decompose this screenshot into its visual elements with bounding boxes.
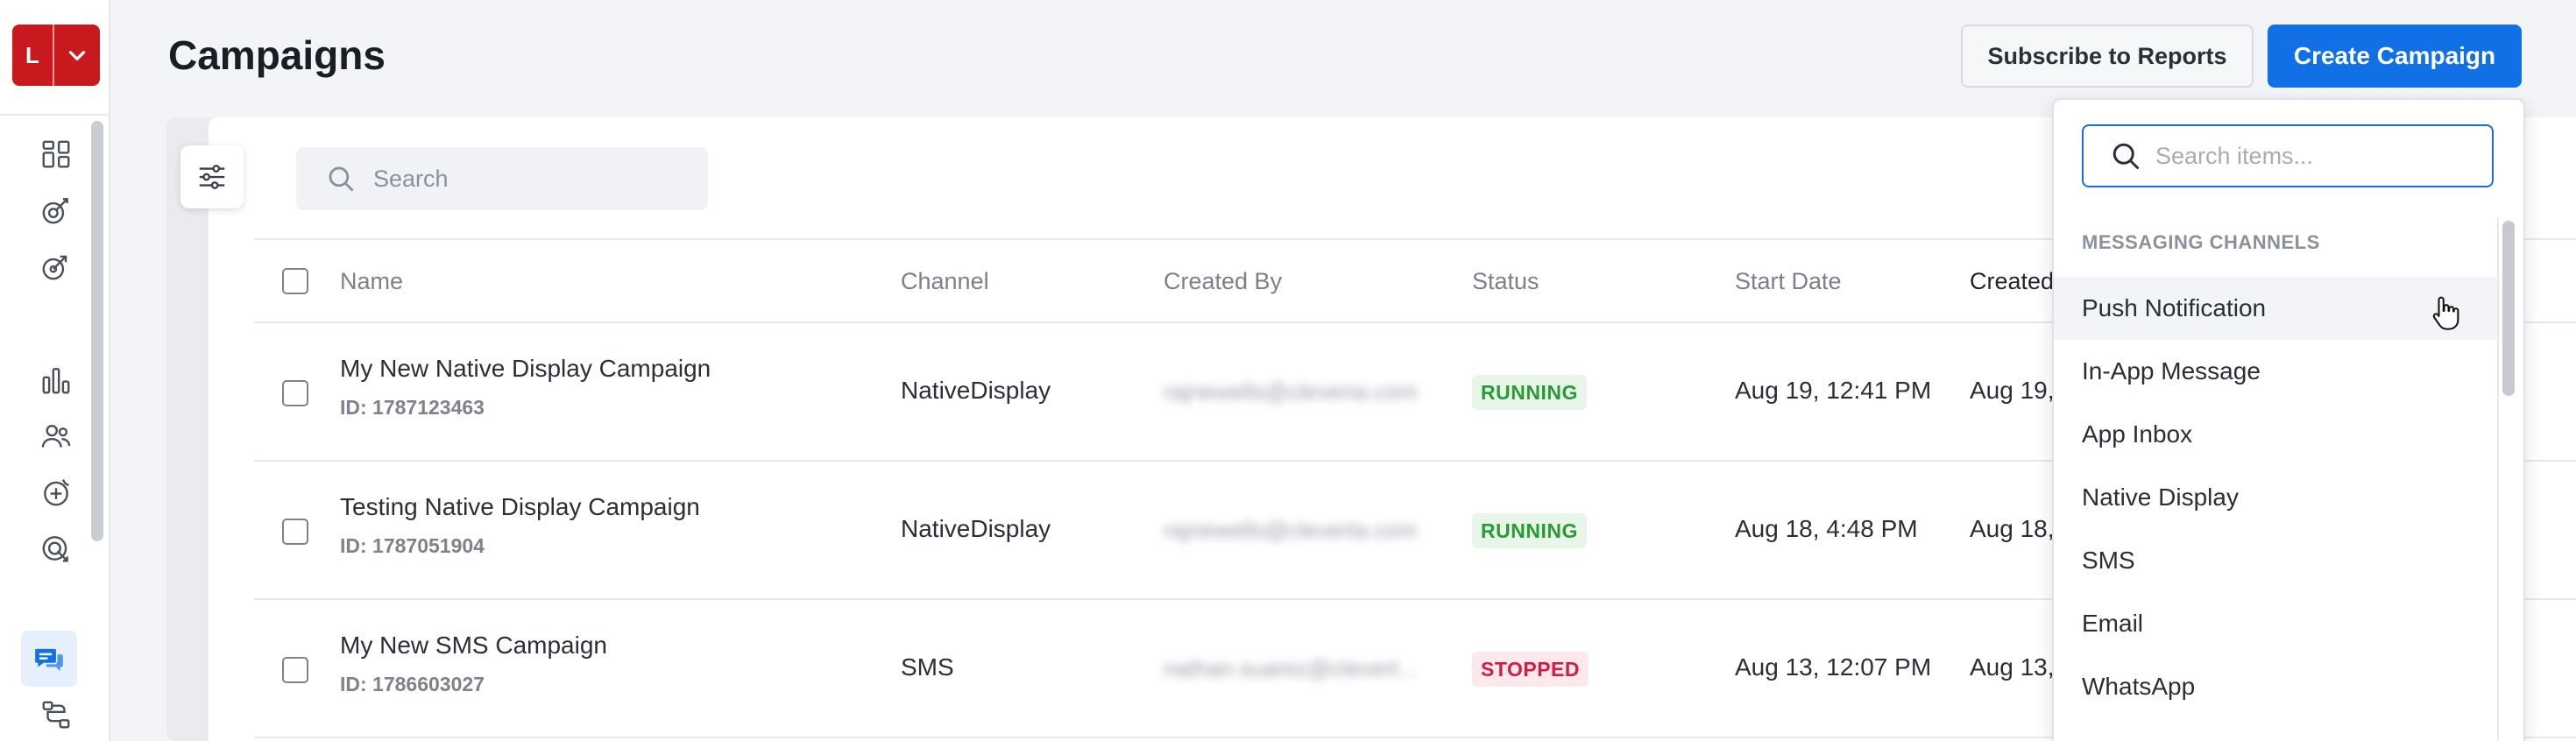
column-header-start-date[interactable]: Start Date xyxy=(1735,268,1842,295)
subscribe-reports-button[interactable]: Subscribe to Reports xyxy=(1961,25,2254,88)
filter-button[interactable] xyxy=(180,145,244,208)
campaign-created-by: nathan.suarez@clevert... xyxy=(1164,655,1418,681)
hand-pointer-icon xyxy=(2432,296,2459,330)
messages-icon[interactable] xyxy=(21,631,77,687)
campaign-created-by: rajnewells@cleverta.com xyxy=(1164,517,1418,543)
column-header-channel[interactable]: Channel xyxy=(901,268,989,295)
campaigns-icon[interactable] xyxy=(33,187,79,233)
row-checkbox[interactable] xyxy=(282,380,308,406)
row-checkbox[interactable] xyxy=(282,657,308,683)
campaign-name-link[interactable]: Testing Native Display Campaign xyxy=(340,493,700,521)
campaign-created-date: Aug 19, xyxy=(1970,377,2055,404)
search-icon xyxy=(2112,143,2139,169)
page-title: Campaigns xyxy=(168,32,386,78)
account-logo-letter: L xyxy=(12,25,54,86)
account-switcher[interactable]: L xyxy=(12,25,100,86)
flows-icon[interactable] xyxy=(33,692,79,737)
campaign-start-date: Aug 13, 12:07 PM xyxy=(1735,653,1932,681)
campaign-created-date: Aug 13, xyxy=(1970,653,2055,681)
menu-item-email[interactable]: Email xyxy=(2054,592,2497,655)
segments-icon[interactable] xyxy=(33,469,79,515)
dashboard-icon[interactable] xyxy=(33,131,79,177)
status-badge: RUNNING xyxy=(1472,375,1587,410)
column-header-status[interactable]: Status xyxy=(1472,268,1539,295)
menu-item-in-app-message[interactable]: In-App Message xyxy=(2054,340,2497,403)
journeys-icon[interactable] xyxy=(33,243,79,289)
select-all-checkbox[interactable] xyxy=(282,268,308,294)
column-header-created[interactable]: Created xyxy=(1970,268,2054,295)
campaign-search-input[interactable]: Search xyxy=(296,147,708,210)
targeting-icon[interactable] xyxy=(33,526,79,571)
campaign-created-by: rajnewells@cleverta.com xyxy=(1164,378,1418,405)
rail-divider xyxy=(0,114,109,116)
create-campaign-button[interactable]: Create Campaign xyxy=(2268,25,2522,88)
campaign-channel: NativeDisplay xyxy=(901,377,1051,404)
create-campaign-dropdown: MESSAGING CHANNELS Push Notification In-… xyxy=(2052,98,2525,741)
dropdown-scrollbar[interactable] xyxy=(2502,221,2515,396)
campaign-channel: SMS xyxy=(901,653,954,681)
sliders-icon xyxy=(199,165,225,189)
search-icon xyxy=(329,166,354,192)
status-badge: RUNNING xyxy=(1472,513,1587,548)
menu-item-sms[interactable]: SMS xyxy=(2054,529,2497,592)
column-header-created-by[interactable]: Created By xyxy=(1164,268,1282,295)
dropdown-search-input[interactable] xyxy=(2155,142,2471,170)
analytics-icon[interactable] xyxy=(33,357,79,403)
campaign-created-date: Aug 18, xyxy=(1970,515,2055,542)
column-header-name[interactable]: Name xyxy=(340,268,403,295)
row-checkbox[interactable] xyxy=(282,519,308,545)
chevron-down-icon xyxy=(54,25,100,86)
campaign-name-link[interactable]: My New SMS Campaign xyxy=(340,632,607,660)
left-nav-rail: L xyxy=(0,0,110,741)
menu-item-whatsapp[interactable]: WhatsApp xyxy=(2054,655,2497,718)
campaign-name-link[interactable]: My New Native Display Campaign xyxy=(340,355,711,383)
menu-item-native-display[interactable]: Native Display xyxy=(2054,466,2497,529)
campaign-id: ID: 1787051904 xyxy=(340,534,485,557)
rail-scrollbar[interactable] xyxy=(91,121,103,541)
campaign-channel: NativeDisplay xyxy=(901,515,1051,542)
users-icon[interactable] xyxy=(33,413,79,459)
dropdown-search-field[interactable] xyxy=(2082,124,2494,187)
campaign-start-date: Aug 19, 12:41 PM xyxy=(1735,377,1932,404)
search-placeholder: Search xyxy=(373,165,449,192)
menu-item-app-inbox[interactable]: App Inbox xyxy=(2054,403,2497,466)
campaign-start-date: Aug 18, 4:48 PM xyxy=(1735,515,1918,542)
dropdown-scroll-track xyxy=(2497,217,2499,741)
campaign-id: ID: 1787123463 xyxy=(340,396,485,419)
campaign-id: ID: 1786603027 xyxy=(340,673,485,695)
status-badge: STOPPED xyxy=(1472,652,1589,687)
dropdown-section-title: MESSAGING CHANNELS xyxy=(2082,231,2320,253)
